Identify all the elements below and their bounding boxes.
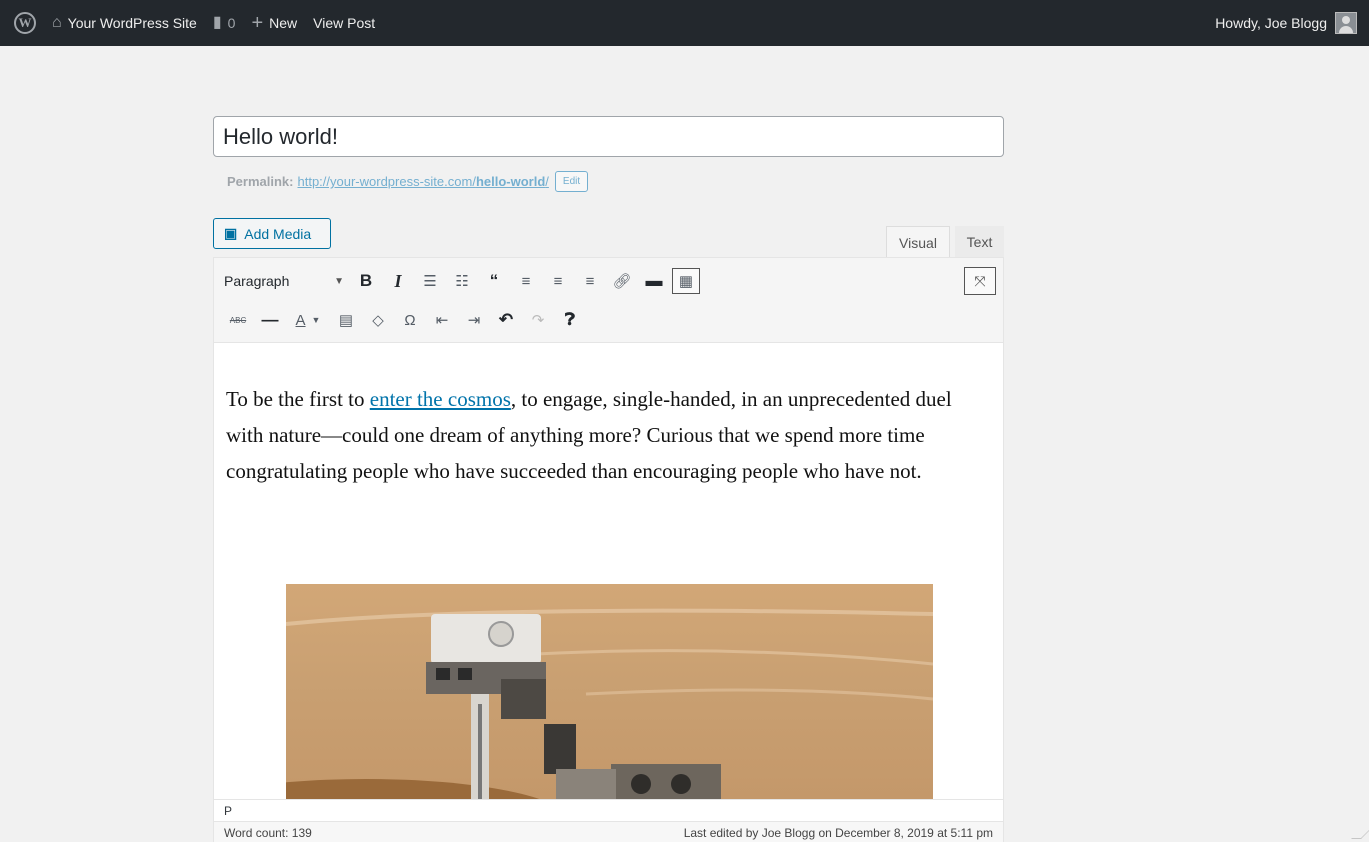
bold-button[interactable]: B (350, 266, 382, 296)
blockquote-button[interactable]: “ (478, 266, 510, 296)
keyboard-shortcuts-button[interactable]: ❓︎ (554, 305, 586, 335)
permalink-base: http://your-wordpress-site.com/ (297, 174, 476, 189)
eraser-icon: ◇ (372, 312, 384, 329)
media-icon: ▣ (224, 225, 238, 241)
content-paragraph: To be the first to enter the cosmos, to … (226, 381, 991, 489)
editor-toolbar: Paragraph ▼ B I ☰ ☷ “ ≡ ≡ ≡ 🔗︎ ▬ ▦ ⤧ ABC… (214, 258, 1003, 343)
wp-logo-button[interactable]: W (6, 0, 44, 46)
view-post-link[interactable]: View Post (305, 0, 383, 46)
align-center-button[interactable]: ≡ (542, 266, 574, 296)
clear-formatting-button[interactable]: ◇ (362, 305, 394, 335)
align-center-icon: ≡ (553, 272, 563, 290)
resize-grip-icon[interactable] (1351, 829, 1369, 839)
bulleted-list-button[interactable]: ☰ (414, 266, 446, 296)
redo-button[interactable]: ↷ (522, 305, 554, 335)
toolbar-toggle-button[interactable]: ▦ (672, 268, 700, 294)
clipboard-icon: ▤ (338, 312, 354, 329)
wordpress-logo-icon: W (14, 12, 36, 34)
word-count: Word count: 139 (224, 825, 312, 840)
bulleted-list-icon: ☰ (423, 273, 437, 290)
read-more-button[interactable]: ▬ (638, 266, 670, 296)
rover-image[interactable] (286, 584, 933, 799)
numbered-list-icon: ☷ (455, 273, 469, 290)
italic-icon: I (394, 270, 402, 291)
strikethrough-icon: ABC (229, 315, 247, 325)
help-icon: ❓︎ (564, 310, 576, 329)
comments-link[interactable]: ▮ 0 (205, 0, 244, 46)
cosmos-link[interactable]: enter the cosmos (370, 387, 511, 411)
rover-illustration (286, 608, 933, 799)
bold-icon: B (359, 271, 373, 290)
undo-button[interactable]: ↶ (490, 305, 522, 335)
permalink-url[interactable]: http://your-wordpress-site.com/hello-wor… (297, 174, 548, 189)
align-left-button[interactable]: ≡ (510, 266, 542, 296)
comments-count: 0 (227, 15, 236, 31)
undo-icon: ↶ (498, 310, 514, 329)
strikethrough-button[interactable]: ABC (222, 305, 254, 335)
admin-bar-left: W ⌂ Your WordPress Site ▮ 0 + New View P… (0, 0, 383, 46)
toolbar-row-2: ABC — A ▼ ▤ ◇ Ω ⇤ ⇥ ↶ ↷ ❓︎ (222, 305, 586, 335)
fullscreen-button[interactable]: ⤧ (964, 267, 996, 295)
greeting-label: Howdy, Joe Blogg (1215, 15, 1327, 31)
new-content-button[interactable]: + New (243, 0, 305, 46)
content-intro: To be the first to (226, 387, 370, 411)
align-right-icon: ≡ (585, 272, 595, 290)
numbered-list-button[interactable]: ☷ (446, 266, 478, 296)
format-select-value: Paragraph (224, 273, 290, 289)
tab-text[interactable]: Text (955, 226, 1004, 258)
align-right-button[interactable]: ≡ (574, 266, 606, 296)
format-select[interactable]: Paragraph ▼ (222, 266, 350, 296)
editor-status-bar: Word count: 139 Last edited by Joe Blogg… (214, 821, 1003, 842)
last-edited: Last edited by Joe Blogg on December 8, … (683, 825, 993, 840)
horizontal-line-button[interactable]: — (254, 305, 286, 335)
italic-button[interactable]: I (382, 266, 414, 296)
keyboard-icon: ▦ (678, 273, 694, 290)
link-icon: 🔗︎ (612, 273, 632, 290)
redo-icon: ↷ (531, 312, 545, 329)
view-post-label: View Post (313, 15, 376, 31)
indent-icon: ⇥ (467, 312, 481, 329)
admin-bar: W ⌂ Your WordPress Site ▮ 0 + New View P… (0, 0, 1369, 46)
text-color-button[interactable]: A ▼ (286, 305, 330, 335)
toolbar-row-1: Paragraph ▼ B I ☰ ☷ “ ≡ ≡ ≡ 🔗︎ ▬ ▦ (222, 266, 702, 296)
plus-icon: + (251, 12, 264, 34)
read-more-icon: ▬ (645, 271, 663, 290)
user-account-menu[interactable]: Howdy, Joe Blogg (1207, 0, 1357, 46)
permalink-row: Permalink: http://your-wordpress-site.co… (227, 171, 589, 192)
align-left-icon: ≡ (521, 272, 531, 290)
increase-indent-button[interactable]: ⇥ (458, 305, 490, 335)
paste-as-text-button[interactable]: ▤ (330, 305, 362, 335)
permalink-label: Permalink: (227, 174, 294, 189)
decrease-indent-button[interactable]: ⇤ (426, 305, 458, 335)
home-icon: ⌂ (52, 14, 62, 31)
add-media-button[interactable]: ▣ Add Media (213, 218, 331, 249)
add-media-label: Add Media (244, 225, 312, 242)
permalink-slug: hello-world (475, 174, 546, 189)
blockquote-icon: “ (489, 271, 499, 290)
element-path[interactable]: P (214, 799, 1003, 821)
chevron-down-icon: ▼ (334, 275, 344, 287)
outdent-icon: ⇤ (435, 312, 449, 329)
editor-content[interactable]: To be the first to enter the cosmos, to … (214, 343, 1003, 799)
site-name-link[interactable]: ⌂ Your WordPress Site (44, 0, 205, 46)
permalink-tail: / (545, 174, 549, 189)
post-title-input[interactable]: Hello world! (213, 116, 1004, 157)
comment-bubble-icon: ▮ (212, 14, 222, 31)
text-color-icon: A (295, 311, 306, 329)
special-character-button[interactable]: Ω (394, 305, 426, 335)
omega-icon: Ω (404, 311, 416, 329)
avatar (1335, 12, 1357, 34)
new-label: New (269, 15, 298, 31)
permalink-edit-button[interactable]: Edit (554, 171, 589, 192)
site-name-label: Your WordPress Site (67, 15, 197, 31)
insert-link-button[interactable]: 🔗︎ (606, 266, 638, 296)
chevron-down-icon: ▼ (311, 315, 321, 325)
horizontal-line-icon: — (261, 310, 279, 329)
editor: Paragraph ▼ B I ☰ ☷ “ ≡ ≡ ≡ 🔗︎ ▬ ▦ ⤧ ABC… (213, 257, 1004, 842)
fullscreen-icon: ⤧ (974, 272, 986, 289)
admin-bar-right: Howdy, Joe Blogg (1207, 0, 1369, 46)
tab-visual[interactable]: Visual (886, 226, 950, 258)
